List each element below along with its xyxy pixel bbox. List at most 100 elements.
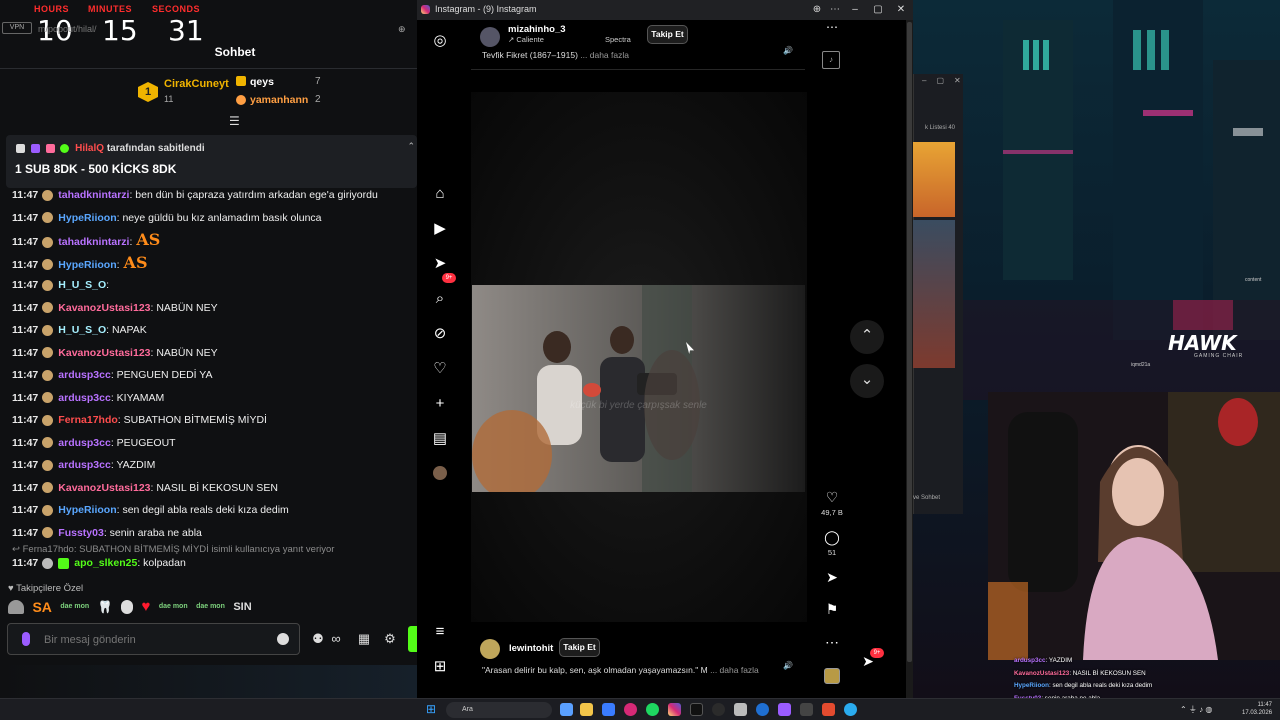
home-icon[interactable]: ⌂ — [431, 185, 449, 203]
discord-icon[interactable] — [778, 703, 791, 716]
emote-sin[interactable]: SIN — [233, 601, 251, 613]
share-icon[interactable]: ➤ — [823, 568, 841, 586]
menu-icon[interactable]: ≡ — [431, 623, 449, 641]
emote-sa[interactable]: SA — [32, 599, 51, 615]
clock[interactable]: 11:47 17.03.2026 — [1242, 701, 1272, 717]
message-input-box[interactable] — [7, 623, 300, 655]
browser-icon[interactable] — [756, 703, 769, 716]
zoom-icon[interactable]: ⊕ — [809, 2, 825, 18]
send-button[interactable] — [408, 626, 417, 652]
post-username[interactable]: lewintohit — [509, 643, 553, 654]
chat-message[interactable]: 11:47 HypeRiioon: sen degil abla reals de… — [12, 499, 412, 522]
message-user[interactable]: Fussty03 — [58, 527, 104, 539]
app-icon[interactable] — [800, 703, 813, 716]
emote-hat-icon[interactable] — [8, 599, 24, 614]
more-icon[interactable]: ⋯ — [827, 2, 843, 18]
copilot-icon[interactable] — [560, 703, 573, 716]
reels-icon[interactable]: ▶ — [431, 220, 449, 238]
vpn-icon[interactable]: VPN — [2, 22, 32, 34]
create-icon[interactable]: + — [431, 395, 449, 413]
avatar[interactable] — [480, 27, 500, 47]
follow-button[interactable]: Takip Et — [559, 638, 600, 657]
message-user[interactable]: H_U_S_O — [58, 324, 106, 336]
message-user[interactable]: H_U_S_O — [58, 279, 106, 291]
app-icon[interactable] — [734, 703, 747, 716]
minimize-button[interactable]: – — [922, 76, 926, 85]
minimize-button[interactable]: – — [847, 2, 863, 18]
audio-thumbnail-icon[interactable] — [824, 668, 840, 684]
chat-message[interactable]: 11:47 HypeRiioon: AS — [12, 252, 412, 275]
message-user[interactable]: HypeRiioon — [58, 504, 116, 516]
emote-daemon[interactable]: dae mon — [60, 603, 89, 610]
chat-message[interactable]: 11:47 tahadknintarzi: ben dün bi çapraza … — [12, 184, 412, 207]
message-user[interactable]: ardusp3cc — [58, 369, 111, 381]
chat-message[interactable]: 11:47 tahadknintarzi: AS — [12, 229, 412, 252]
obs-icon[interactable] — [712, 703, 725, 716]
avatar[interactable] — [480, 639, 500, 659]
search-icon[interactable]: ⌕ — [431, 290, 449, 308]
more-link[interactable]: ... daha fazla — [710, 665, 759, 675]
message-user[interactable]: HypeRiioon — [58, 259, 116, 271]
windows-start-icon[interactable]: ⊞ — [426, 703, 438, 715]
chat-message[interactable]: 11:47 KavanozUstasi123: NABÜN NEY — [12, 297, 412, 320]
close-button[interactable]: ✕ — [893, 2, 909, 18]
more-options-icon[interactable]: ⋯ — [826, 20, 838, 34]
opera-icon[interactable] — [624, 703, 637, 716]
pinned-message[interactable]: HilalQ tarafından sabitlendi 1 SUB 8DK -… — [6, 135, 417, 188]
message-user[interactable]: tahadknintarzi — [58, 189, 129, 201]
chat-message[interactable]: 11:47 KavanozUstasi123: NASIL Bİ KEKOSUN … — [12, 477, 412, 500]
messages-icon[interactable]: ➤ — [431, 255, 449, 273]
dashboard-icon[interactable]: ▤ — [431, 430, 449, 448]
reel-video[interactable]: küçük bi yerde çarpışsak senle — [472, 285, 805, 492]
infinity-icon[interactable]: ∞ — [328, 631, 344, 647]
collapse-icon[interactable]: ⌃ — [407, 141, 415, 152]
app-icon[interactable] — [822, 703, 835, 716]
message-user[interactable]: KavanozUstasi123 — [58, 482, 150, 494]
direct-messages-button[interactable]: ➤ 9+ — [857, 648, 884, 672]
tray-icons[interactable]: ⌃ ⏚ ♪ ◍ — [1180, 704, 1212, 715]
post-username[interactable]: mizahinho_3 — [508, 24, 566, 35]
message-user[interactable]: ardusp3cc — [58, 437, 111, 449]
previous-reel-button[interactable]: ⌃ — [850, 320, 884, 354]
taskbar-search[interactable]: Ara — [446, 702, 552, 718]
maximize-button[interactable]: ▢ — [936, 76, 944, 85]
chat-message[interactable]: 11:47 H_U_S_O: NAPAK — [12, 319, 412, 342]
maximize-button[interactable]: ▢ — [870, 2, 886, 18]
file-explorer-icon[interactable] — [580, 703, 593, 716]
message-user[interactable]: KavanozUstasi123 — [58, 302, 150, 314]
instagram-logo-icon[interactable]: ◎ — [431, 32, 449, 50]
like-icon[interactable]: ♡ — [823, 488, 841, 506]
mic-icon[interactable] — [22, 632, 30, 646]
store-icon[interactable]: ▦ — [356, 631, 372, 647]
store-icon[interactable] — [602, 703, 615, 716]
expand-icon[interactable]: ☰ — [229, 114, 240, 128]
emote-daemon[interactable]: dae mon — [159, 603, 188, 610]
chat-message[interactable]: 11:47 ardusp3cc: YAZDIM — [12, 454, 412, 477]
apps-icon[interactable]: ⊞ — [431, 658, 449, 676]
volume-icon[interactable]: 🔊 — [783, 46, 793, 55]
emote-penguin-icon[interactable] — [121, 599, 134, 614]
profile-avatar[interactable] — [433, 466, 447, 480]
emote-daemon[interactable]: dae mon — [196, 603, 225, 610]
scrollbar-thumb[interactable] — [907, 22, 912, 662]
explore-icon[interactable]: ⊘ — [431, 325, 449, 343]
emote-tooth-icon[interactable]: 🦷 — [98, 600, 113, 614]
chat-message[interactable]: 11:47 Fussty03: senin araba ne abla — [12, 522, 412, 545]
chat-message[interactable]: 11:47 KavanozUstasi123: NABÜN NEY — [12, 342, 412, 365]
volume-icon[interactable]: 🔊 — [783, 661, 793, 670]
tiktok-icon[interactable] — [690, 703, 703, 716]
emote-heart-icon[interactable]: ♥ — [141, 598, 150, 615]
chat-message[interactable]: 11:47 apo_slken25: kolpadan — [12, 552, 412, 575]
spotify-icon[interactable] — [646, 703, 659, 716]
chat-message[interactable]: 11:47 HypeRiioon: neye güldü bu kız anlam… — [12, 207, 412, 230]
zoom-icon[interactable]: ⊕ — [398, 24, 406, 35]
gifter-3-name[interactable]: yamanhann — [250, 94, 308, 106]
instagram-icon[interactable] — [668, 703, 681, 716]
people-icon[interactable]: ⚉ — [310, 631, 326, 647]
close-button[interactable]: ✕ — [954, 76, 961, 85]
gifter-1-name[interactable]: CirakCuneyt — [164, 78, 229, 90]
message-user[interactable]: KavanozUstasi123 — [58, 347, 150, 359]
gifter-2-name[interactable]: qeys — [250, 76, 274, 88]
telegram-icon[interactable] — [844, 703, 857, 716]
pinner-name[interactable]: HilalQ — [75, 143, 104, 154]
